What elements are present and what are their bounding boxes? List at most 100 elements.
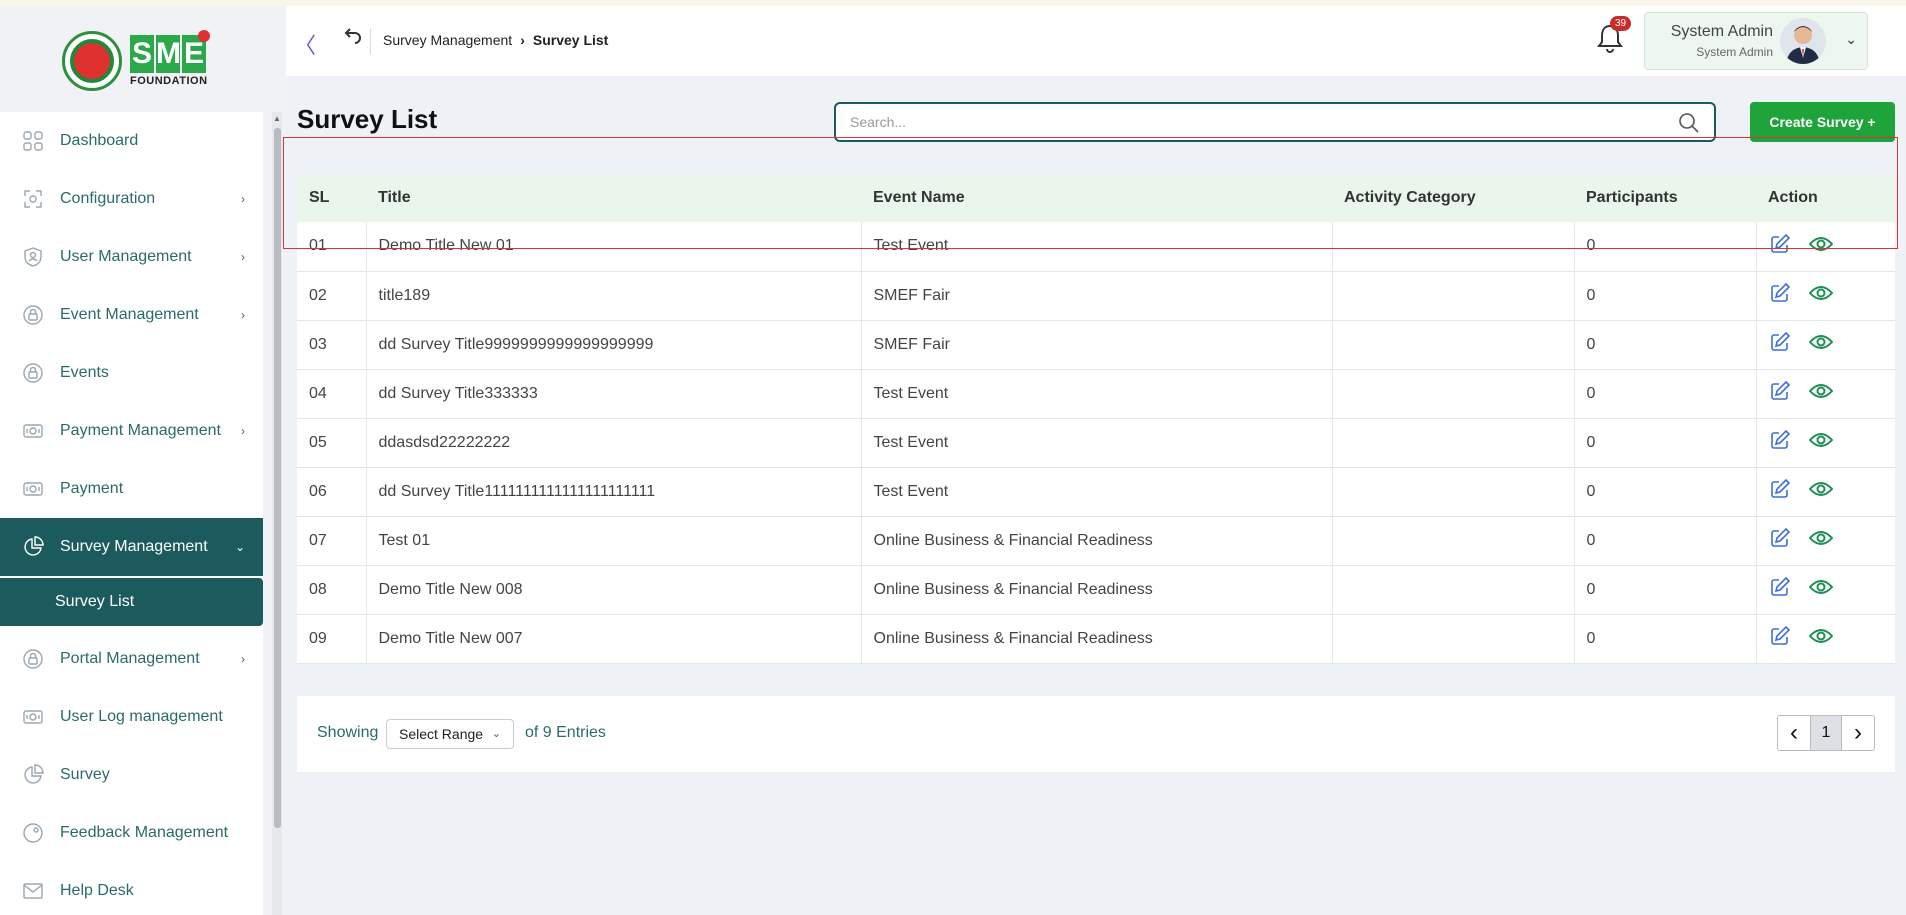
cell-title: Demo Title New 008	[366, 565, 862, 614]
survey-table: SL Title Event Name Activity Category Pa…	[297, 174, 1895, 664]
user-name: System Admin	[1670, 23, 1773, 40]
breadcrumb-parent[interactable]: Survey Management	[383, 32, 512, 48]
lock-circle-icon	[22, 648, 44, 670]
cell-activity-category	[1332, 467, 1575, 516]
cell-event-name: SMEF Fair	[861, 271, 1333, 320]
create-survey-button[interactable]: Create Survey +	[1750, 102, 1895, 142]
edit-icon[interactable]	[1769, 233, 1791, 260]
chevron-right-icon: ›	[241, 424, 245, 438]
edit-icon[interactable]	[1769, 282, 1791, 309]
cell-activity-category	[1332, 418, 1575, 467]
edit-icon[interactable]	[1769, 429, 1791, 456]
search-field[interactable]	[834, 102, 1716, 142]
view-eye-icon[interactable]	[1808, 480, 1833, 503]
view-eye-icon[interactable]	[1808, 235, 1833, 258]
sidebar-item-portal-management[interactable]: Portal Management ›	[0, 630, 263, 688]
cell-action	[1756, 320, 1895, 369]
cell-participants: 0	[1574, 565, 1757, 614]
table-row: 08 Demo Title New 008 Online Business & Fi…	[297, 565, 1895, 614]
view-eye-icon[interactable]	[1808, 578, 1833, 601]
sme-wordmark: S M E FOUNDATION	[130, 35, 208, 87]
cell-sl: 09	[297, 614, 367, 663]
sidebar-item-configuration[interactable]: Configuration ›	[0, 170, 263, 228]
cell-event-name: Test Event	[861, 222, 1333, 271]
view-eye-icon[interactable]	[1808, 333, 1833, 356]
column-header-action: Action	[1768, 189, 1818, 206]
sidebar-item-events[interactable]: Events	[0, 344, 263, 402]
edit-icon[interactable]	[1769, 478, 1791, 505]
page-number-button[interactable]: 1	[1810, 716, 1842, 750]
sidebar-item-event-management[interactable]: Event Management ›	[0, 286, 263, 344]
table-row: 01 Demo Title New 01 Test Event 0	[297, 222, 1895, 271]
collapse-sidebar-icon[interactable]: 〈	[294, 28, 316, 60]
sidebar: S M E FOUNDATION Dashboard Configuration ›…	[0, 6, 286, 915]
scroll-thumb[interactable]	[274, 128, 281, 828]
view-eye-icon[interactable]	[1808, 529, 1833, 552]
cell-title: dd Survey Title1111111111111111111111	[366, 467, 862, 516]
money-icon	[22, 478, 44, 500]
govt-seal-icon	[62, 31, 122, 91]
cell-activity-category	[1332, 614, 1575, 663]
config-icon	[22, 188, 44, 210]
cell-activity-category	[1332, 320, 1575, 369]
sidebar-item-survey[interactable]: Survey	[0, 746, 263, 804]
cell-title: title189	[366, 271, 862, 320]
sidebar-scrollbar[interactable]: ▲	[272, 112, 282, 915]
chevron-down-icon[interactable]: ⌄	[1845, 31, 1857, 48]
sidebar-item-user-management[interactable]: User Management ›	[0, 228, 263, 286]
view-eye-icon[interactable]	[1808, 431, 1833, 454]
cell-participants: 0	[1574, 222, 1757, 271]
sidebar-item-dashboard[interactable]: Dashboard	[0, 112, 263, 170]
back-arrow-icon[interactable]	[344, 26, 362, 50]
cell-title: ddasdsd22222222	[366, 418, 862, 467]
prev-page-button[interactable]: ‹	[1778, 716, 1810, 750]
cell-action	[1756, 467, 1895, 516]
sidebar-item-label: Feedback Management	[60, 824, 229, 841]
cell-sl: 04	[297, 369, 367, 418]
sidebar-item-payment-management[interactable]: Payment Management ›	[0, 402, 263, 460]
table-header-row: SL Title Event Name Activity Category Pa…	[297, 174, 1895, 222]
page-title: Survey List	[297, 104, 438, 134]
search-input[interactable]	[836, 104, 1636, 140]
entries-count: of 9 Entries	[525, 724, 606, 741]
sidebar-item-survey-management[interactable]: Survey Management ⌄	[0, 518, 263, 576]
edit-icon[interactable]	[1769, 527, 1791, 554]
money-icon	[22, 420, 44, 442]
edit-icon[interactable]	[1769, 331, 1791, 358]
cell-participants: 0	[1574, 614, 1757, 663]
header-divider	[370, 28, 371, 54]
cell-participants: 0	[1574, 516, 1757, 565]
scroll-up-arrow-icon[interactable]: ▲	[273, 114, 281, 123]
cell-action	[1756, 222, 1895, 271]
search-icon[interactable]	[1678, 112, 1700, 139]
table-row: 02 title189 SMEF Fair 0	[297, 271, 1895, 320]
sidebar-item-feedback-management[interactable]: Feedback Management	[0, 804, 263, 862]
sidebar-item-user-log-management[interactable]: User Log management	[0, 688, 263, 746]
sidebar-item-payment[interactable]: Payment	[0, 460, 263, 518]
cell-action	[1756, 614, 1895, 663]
cell-action	[1756, 418, 1895, 467]
edit-icon[interactable]	[1769, 380, 1791, 407]
next-page-button[interactable]: ›	[1842, 716, 1874, 750]
view-eye-icon[interactable]	[1808, 382, 1833, 405]
user-menu[interactable]: System Admin System Admin ⌄	[1644, 12, 1868, 70]
sidebar-subitem-survey-list[interactable]: Survey List	[0, 578, 263, 626]
cell-activity-category	[1332, 516, 1575, 565]
view-eye-icon[interactable]	[1808, 627, 1833, 650]
sidebar-item-help-desk[interactable]: Help Desk	[0, 862, 263, 915]
range-select[interactable]: Select Range ⌄	[386, 719, 514, 749]
user-shield-icon	[22, 246, 44, 268]
logo-red-dot	[198, 30, 210, 42]
column-header-participants: Participants	[1586, 189, 1678, 206]
view-eye-icon[interactable]	[1808, 284, 1833, 307]
sme-foundation-logo[interactable]: S M E FOUNDATION	[62, 26, 212, 96]
cell-participants: 0	[1574, 418, 1757, 467]
breadcrumb: Survey Management › Survey List	[383, 32, 608, 48]
cell-participants: 0	[1574, 467, 1757, 516]
chevron-right-icon: ›	[241, 652, 245, 666]
pagination-bar: Showing Select Range ⌄ of 9 Entries ‹ 1 …	[297, 696, 1895, 772]
feedback-icon	[22, 822, 44, 844]
edit-icon[interactable]	[1769, 625, 1791, 652]
chevron-down-icon: ⌄	[234, 540, 245, 554]
edit-icon[interactable]	[1769, 576, 1791, 603]
